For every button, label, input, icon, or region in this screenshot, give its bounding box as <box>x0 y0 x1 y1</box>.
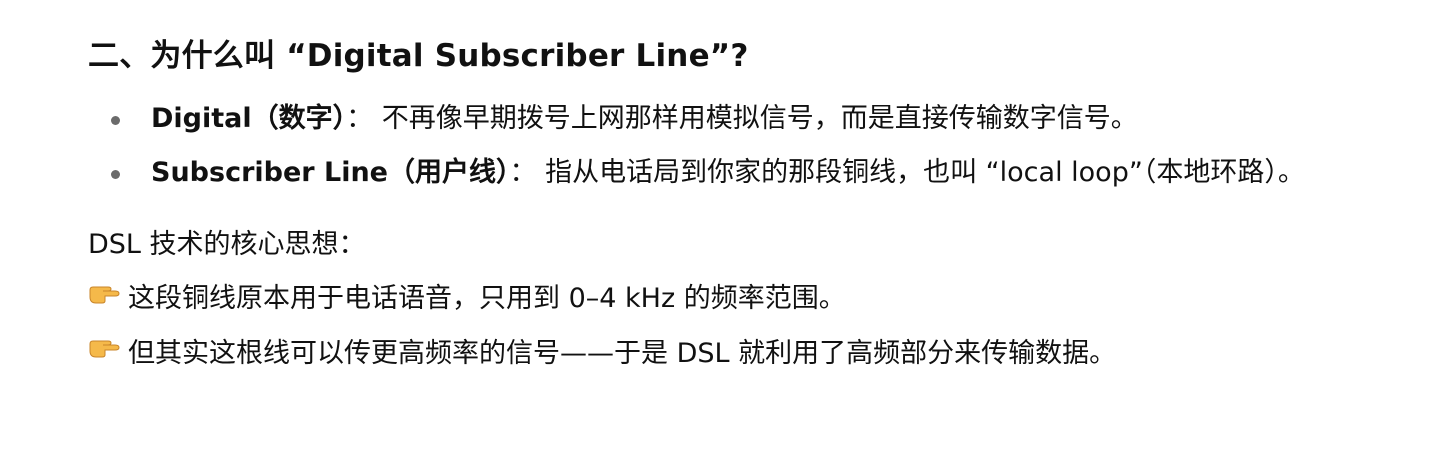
bullet-separator: ： <box>509 157 537 188</box>
bullet-dot-icon <box>111 116 120 125</box>
bullet-term: Subscriber Line（用户线） <box>151 157 510 188</box>
core-idea-text: 这段铜线原本用于电话语音，只用到 0–4 kHz 的频率范围。 <box>128 283 846 314</box>
bullet-dot-icon <box>111 170 120 179</box>
core-idea-point: 但其实这根线可以传更高频率的信号——于是 DSL 就利用了高频部分来传输数据。 <box>88 327 1388 382</box>
bullet-item-subscriber-line: Subscriber Line（用户线）： 指从电话局到你家的那段铜线，也叫 “… <box>88 146 1388 200</box>
core-idea-point: 这段铜线原本用于电话语音，只用到 0–4 kHz 的频率范围。 <box>88 272 1388 327</box>
bullet-list: Digital（数字）： 不再像早期拨号上网那样用模拟信号，而是直接传输数字信号… <box>88 92 1388 200</box>
bullet-text: 指从电话局到你家的那段铜线，也叫 “local loop”（本地环路）。 <box>545 157 1305 188</box>
pointing-hand-icon <box>88 270 122 324</box>
bullet-item-digital: Digital（数字）： 不再像早期拨号上网那样用模拟信号，而是直接传输数字信号… <box>88 92 1388 146</box>
bullet-separator: ： <box>346 103 374 134</box>
bullet-text: 不再像早期拨号上网那样用模拟信号，而是直接传输数字信号。 <box>381 103 1138 134</box>
bullet-term: Digital（数字） <box>151 103 347 134</box>
core-idea-label: DSL 技术的核心思想： <box>88 229 366 260</box>
core-idea-text: 但其实这根线可以传更高频率的信号——于是 DSL 就利用了高频部分来传输数据。 <box>128 337 1117 369</box>
section-heading: 二、为什么叫 “Digital Subscriber Line”? <box>88 38 749 74</box>
pointing-hand-icon <box>88 324 122 378</box>
document-body: 二、为什么叫 “Digital Subscriber Line”? Digita… <box>88 34 1388 381</box>
